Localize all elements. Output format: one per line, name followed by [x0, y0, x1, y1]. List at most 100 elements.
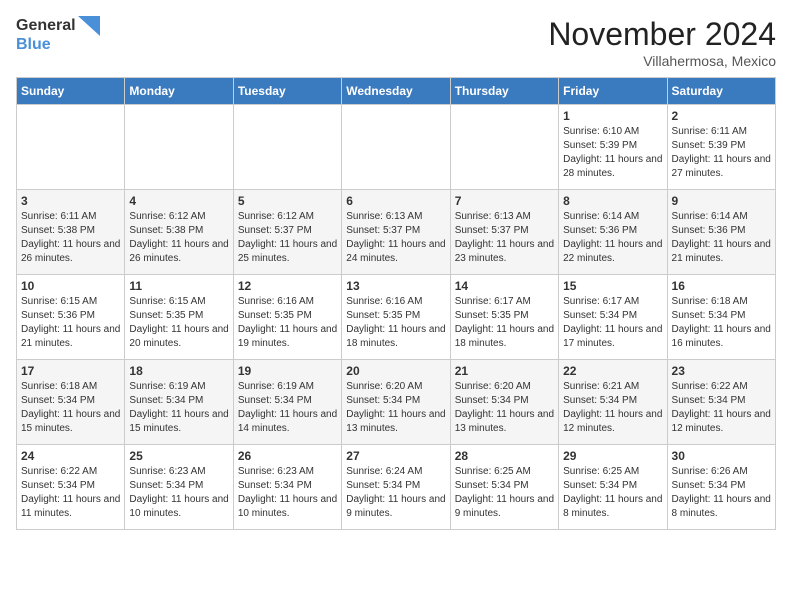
calendar-week-3: 17Sunrise: 6:18 AM Sunset: 5:34 PM Dayli… [17, 360, 776, 445]
calendar-cell: 13Sunrise: 6:16 AM Sunset: 5:35 PM Dayli… [342, 275, 450, 360]
calendar-cell: 24 Sunrise: 6:22 AM Sunset: 5:34 PM Dayli… [17, 445, 125, 530]
calendar-cell: 26 Sunrise: 6:23 AM Sunset: 5:34 PM Dayli… [233, 445, 341, 530]
day-number: 2 [672, 109, 771, 123]
calendar-cell [342, 105, 450, 190]
subtitle: Villahermosa, Mexico [548, 53, 776, 69]
day-number: 18 [129, 364, 228, 378]
header-sunday: Sunday [17, 78, 125, 105]
day-number: 3 [21, 194, 120, 208]
day-number: 25 [129, 449, 228, 463]
day-number: 19 [238, 364, 337, 378]
day-number: 10 [21, 279, 120, 293]
calendar-cell: 29 Sunrise: 6:25 AM Sunset: 5:34 PM Dayli… [559, 445, 667, 530]
day-number: 4 [129, 194, 228, 208]
month-title: November 2024 [548, 16, 776, 53]
calendar-cell: 27Sunrise: 6:24 AM Sunset: 5:34 PM Dayli… [342, 445, 450, 530]
day-info: Sunrise: 6:15 AM Sunset: 5:35 PM Dayligh… [129, 295, 228, 351]
calendar-cell: 5 Sunrise: 6:12 AM Sunset: 5:37 PM Daylig… [233, 190, 341, 275]
day-number: 15 [563, 279, 662, 293]
calendar-cell: 30 Sunrise: 6:26 AM Sunset: 5:34 PM Dayli… [667, 445, 775, 530]
day-info: Sunrise: 6:19 AM Sunset: 5:34 PM Dayligh… [238, 380, 337, 436]
day-info: Sunrise: 6:14 AM Sunset: 5:36 PM Dayligh… [563, 210, 662, 266]
header-tuesday: Tuesday [233, 78, 341, 105]
day-info: Sunrise: 6:26 AM Sunset: 5:34 PM Dayligh… [672, 465, 771, 521]
header-friday: Friday [559, 78, 667, 105]
day-number: 8 [563, 194, 662, 208]
day-number: 21 [455, 364, 554, 378]
day-info: Sunrise: 6:15 AM Sunset: 5:36 PM Dayligh… [21, 295, 120, 351]
calendar-cell: 21 Sunrise: 6:20 AM Sunset: 5:34 PM Dayli… [450, 360, 558, 445]
day-number: 16 [672, 279, 771, 293]
day-info: Sunrise: 6:13 AM Sunset: 5:37 PM Dayligh… [455, 210, 554, 266]
calendar-cell: 28 Sunrise: 6:25 AM Sunset: 5:34 PM Dayli… [450, 445, 558, 530]
calendar-cell: 16 Sunrise: 6:18 AM Sunset: 5:34 PM Dayli… [667, 275, 775, 360]
day-info: Sunrise: 6:11 AM Sunset: 5:38 PM Dayligh… [21, 210, 120, 266]
day-number: 7 [455, 194, 554, 208]
calendar-cell: 1 Sunrise: 6:10 AM Sunset: 5:39 PM Daylig… [559, 105, 667, 190]
calendar-week-2: 10 Sunrise: 6:15 AM Sunset: 5:36 PM Dayli… [17, 275, 776, 360]
calendar-cell: 12Sunrise: 6:16 AM Sunset: 5:35 PM Dayli… [233, 275, 341, 360]
calendar-cell: 10 Sunrise: 6:15 AM Sunset: 5:36 PM Dayli… [17, 275, 125, 360]
day-number: 12 [238, 279, 337, 293]
calendar-cell: 6 Sunrise: 6:13 AM Sunset: 5:37 PM Daylig… [342, 190, 450, 275]
calendar-cell [17, 105, 125, 190]
logo-general: General [16, 17, 76, 35]
day-info: Sunrise: 6:23 AM Sunset: 5:34 PM Dayligh… [129, 465, 228, 521]
day-number: 20 [346, 364, 445, 378]
calendar-cell: 11Sunrise: 6:15 AM Sunset: 5:35 PM Dayli… [125, 275, 233, 360]
day-info: Sunrise: 6:22 AM Sunset: 5:34 PM Dayligh… [21, 465, 120, 521]
calendar-cell: 20 Sunrise: 6:20 AM Sunset: 5:34 PM Dayli… [342, 360, 450, 445]
calendar-cell: 4Sunrise: 6:12 AM Sunset: 5:38 PM Daylig… [125, 190, 233, 275]
day-info: Sunrise: 6:13 AM Sunset: 5:37 PM Dayligh… [346, 210, 445, 266]
day-number: 1 [563, 109, 662, 123]
day-number: 22 [563, 364, 662, 378]
calendar-cell: 15 Sunrise: 6:17 AM Sunset: 5:34 PM Dayli… [559, 275, 667, 360]
title-area: November 2024 Villahermosa, Mexico [548, 16, 776, 69]
header-thursday: Thursday [450, 78, 558, 105]
calendar-cell [450, 105, 558, 190]
day-number: 24 [21, 449, 120, 463]
day-info: Sunrise: 6:17 AM Sunset: 5:34 PM Dayligh… [563, 295, 662, 351]
header-saturday: Saturday [667, 78, 775, 105]
day-info: Sunrise: 6:12 AM Sunset: 5:37 PM Dayligh… [238, 210, 337, 266]
calendar-week-0: 1 Sunrise: 6:10 AM Sunset: 5:39 PM Daylig… [17, 105, 776, 190]
day-number: 28 [455, 449, 554, 463]
day-info: Sunrise: 6:11 AM Sunset: 5:39 PM Dayligh… [672, 125, 771, 181]
day-number: 23 [672, 364, 771, 378]
day-number: 5 [238, 194, 337, 208]
calendar-cell: 22 Sunrise: 6:21 AM Sunset: 5:34 PM Dayli… [559, 360, 667, 445]
calendar-cell: 18 Sunrise: 6:19 AM Sunset: 5:34 PM Dayli… [125, 360, 233, 445]
calendar-cell: 3 Sunrise: 6:11 AM Sunset: 5:38 PM Daylig… [17, 190, 125, 275]
calendar-week-4: 24 Sunrise: 6:22 AM Sunset: 5:34 PM Dayli… [17, 445, 776, 530]
day-info: Sunrise: 6:21 AM Sunset: 5:34 PM Dayligh… [563, 380, 662, 436]
day-info: Sunrise: 6:10 AM Sunset: 5:39 PM Dayligh… [563, 125, 662, 181]
day-info: Sunrise: 6:14 AM Sunset: 5:36 PM Dayligh… [672, 210, 771, 266]
calendar-cell: 9 Sunrise: 6:14 AM Sunset: 5:36 PM Daylig… [667, 190, 775, 275]
calendar-cell: 14 Sunrise: 6:17 AM Sunset: 5:35 PM Dayli… [450, 275, 558, 360]
day-number: 27 [346, 449, 445, 463]
calendar-cell: 19 Sunrise: 6:19 AM Sunset: 5:34 PM Dayli… [233, 360, 341, 445]
day-number: 9 [672, 194, 771, 208]
day-number: 6 [346, 194, 445, 208]
day-number: 30 [672, 449, 771, 463]
day-info: Sunrise: 6:19 AM Sunset: 5:34 PM Dayligh… [129, 380, 228, 436]
day-info: Sunrise: 6:22 AM Sunset: 5:34 PM Dayligh… [672, 380, 771, 436]
calendar-cell [233, 105, 341, 190]
day-info: Sunrise: 6:20 AM Sunset: 5:34 PM Dayligh… [346, 380, 445, 436]
day-info: Sunrise: 6:17 AM Sunset: 5:35 PM Dayligh… [455, 295, 554, 351]
day-info: Sunrise: 6:25 AM Sunset: 5:34 PM Dayligh… [455, 465, 554, 521]
day-info: Sunrise: 6:18 AM Sunset: 5:34 PM Dayligh… [672, 295, 771, 351]
day-info: Sunrise: 6:25 AM Sunset: 5:34 PM Dayligh… [563, 465, 662, 521]
day-number: 14 [455, 279, 554, 293]
logo-arrow-icon [78, 16, 100, 36]
calendar-cell: 17Sunrise: 6:18 AM Sunset: 5:34 PM Dayli… [17, 360, 125, 445]
calendar-week-1: 3 Sunrise: 6:11 AM Sunset: 5:38 PM Daylig… [17, 190, 776, 275]
day-info: Sunrise: 6:20 AM Sunset: 5:34 PM Dayligh… [455, 380, 554, 436]
calendar-table: SundayMondayTuesdayWednesdayThursdayFrid… [16, 77, 776, 530]
day-info: Sunrise: 6:23 AM Sunset: 5:34 PM Dayligh… [238, 465, 337, 521]
day-number: 26 [238, 449, 337, 463]
calendar-cell [125, 105, 233, 190]
calendar-cell: 8 Sunrise: 6:14 AM Sunset: 5:36 PM Daylig… [559, 190, 667, 275]
logo-blue: Blue [16, 36, 51, 53]
day-number: 29 [563, 449, 662, 463]
